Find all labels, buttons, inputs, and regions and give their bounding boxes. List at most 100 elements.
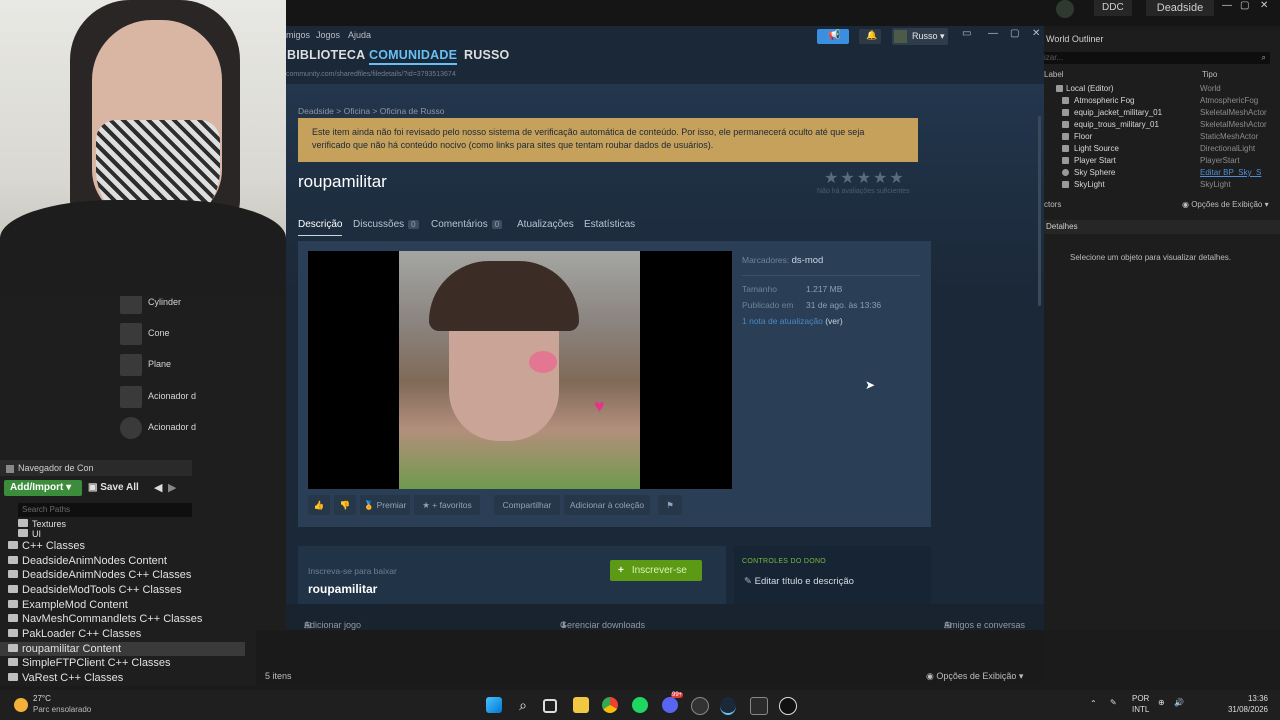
pen-icon[interactable]: ✎ [1110, 698, 1117, 707]
language-code[interactable]: POR [1132, 694, 1149, 703]
menu-games[interactable]: Jogos [316, 30, 340, 40]
task-view-icon[interactable] [543, 699, 557, 713]
place-item-trigger-box[interactable]: Acionador d [114, 384, 204, 412]
obs-icon[interactable] [691, 697, 709, 715]
outliner-row[interactable]: SkyLight SkyLight [1044, 179, 1270, 191]
outliner-row[interactable]: equip_jacket_military_01 SkeletalMeshActo… [1044, 107, 1270, 119]
tree-item[interactable]: SimpleFTPClient C++ Classes [8, 656, 171, 670]
outliner-row[interactable]: Light Source DirectionalLight [1044, 143, 1270, 155]
tab-discussions[interactable]: Discussões 0 [353, 219, 419, 230]
nav-community[interactable]: COMUNIDADE [369, 48, 458, 65]
maximize-icon[interactable]: ▢ [1010, 28, 1019, 39]
maximize-icon[interactable]: ▢ [1240, 0, 1249, 11]
outliner-row[interactable]: Player Start PlayerStart [1044, 155, 1270, 167]
tree-item[interactable]: C++ Classes [8, 539, 85, 553]
big-picture-icon[interactable]: ▭ [962, 28, 971, 39]
item-count: 5 itens [265, 671, 292, 681]
col-type[interactable]: Tipo [1202, 70, 1217, 79]
unreal-engine-icon[interactable] [779, 697, 797, 715]
content-browser-tab[interactable]: Navegador de Con [0, 460, 192, 476]
review-notice: Este item ainda não foi revisado pelo no… [298, 118, 918, 162]
share-button[interactable]: Compartilhar [494, 495, 560, 515]
place-item-trigger-sphere[interactable]: Acionador d [114, 415, 204, 443]
close-icon[interactable]: ✕ [1260, 0, 1268, 11]
nav-user[interactable]: RUSSO [464, 48, 509, 62]
view-notes-link[interactable]: (ver) [825, 316, 842, 326]
tree-item-selected[interactable]: roupamilitar Content [0, 642, 245, 656]
place-item-cone[interactable]: Cone [114, 321, 204, 349]
keyboard-layout[interactable]: INTL [1132, 705, 1149, 714]
outliner-row[interactable]: Sky Sphere Editar BP_Sky_S [1044, 167, 1270, 179]
save-all-button[interactable]: ▣ Save All [88, 480, 148, 496]
favorite-button[interactable]: ★ + favoritos [414, 495, 480, 515]
edit-blueprint-link[interactable]: Editar BP_Sky_S [1200, 167, 1261, 179]
outliner-view-options[interactable]: ◉ Opções de Exibição ▾ [1182, 200, 1269, 209]
add-import-button[interactable]: Add/Import ▾ [4, 480, 82, 496]
clock-date[interactable]: 31/08/2026 [1208, 705, 1268, 714]
terminal-icon[interactable] [750, 697, 768, 715]
outliner-row[interactable]: Floor StaticMeshActor [1044, 131, 1270, 143]
outliner-search-input[interactable]: izar... ⌕ [1044, 52, 1270, 64]
search-icon[interactable]: ⌕ [515, 697, 531, 713]
thumbs-up-button[interactable]: 👍 [308, 495, 330, 515]
source-control-icon[interactable] [1056, 0, 1074, 18]
chrome-icon[interactable] [602, 697, 618, 713]
tree-item[interactable]: NavMeshCommandlets C++ Classes [8, 612, 202, 626]
tag-link[interactable]: ds-mod [792, 255, 824, 266]
tree-item[interactable]: DeadsideAnimNodes C++ Classes [8, 568, 191, 582]
back-arrow-icon[interactable]: ◀ [154, 481, 162, 494]
preview-media[interactable]: ♥ [308, 251, 732, 489]
thumbs-down-button[interactable]: 👎 [334, 495, 356, 515]
user-menu[interactable]: Russo ▾ [892, 28, 948, 45]
tab-comments[interactable]: Comentários 0 [431, 219, 503, 230]
breadcrumb[interactable]: Deadside > Oficina > Oficina de Russo [298, 106, 444, 116]
unreal-window-controls[interactable]: — ▢ ✕ [1220, 0, 1280, 14]
view-options-button[interactable]: ◉ Opções de Exibição ▾ [926, 671, 1023, 682]
minimize-icon[interactable]: — [988, 28, 998, 39]
notifications-button[interactable]: 🔔 [859, 29, 881, 44]
tab-stats[interactable]: Estatísticas [584, 219, 635, 230]
award-button[interactable]: 🏅 Premiar [360, 495, 410, 515]
tree-item[interactable]: PakLoader C++ Classes [8, 627, 141, 641]
clock-time[interactable]: 13:36 [1218, 694, 1268, 703]
fog-icon [1062, 97, 1069, 104]
chevron-up-icon[interactable]: ⌃ [1090, 699, 1097, 708]
tree-item[interactable]: DeadsideModTools C++ Classes [8, 583, 182, 597]
forward-arrow-icon[interactable]: ▶ [168, 481, 176, 494]
network-icon[interactable]: ⊕ [1158, 698, 1165, 707]
close-icon[interactable]: ✕ [1032, 28, 1040, 39]
volume-icon[interactable]: 🔊 [1174, 698, 1184, 707]
menu-help[interactable]: Ajuda [348, 30, 371, 40]
rating-note: Não há avaliações suficientes [817, 188, 910, 195]
edit-title-link[interactable]: ✎ Editar título e descrição [744, 576, 854, 587]
path-search-input[interactable]: Search Paths [18, 503, 192, 517]
details-tab[interactable]: Detalhes [1044, 220, 1280, 234]
outliner-row[interactable]: Atmospheric Fog AtmosphericFog [1044, 95, 1270, 107]
report-button[interactable]: ⚑ [658, 495, 682, 515]
start-icon[interactable] [486, 697, 502, 713]
spotify-icon[interactable] [632, 697, 648, 713]
outliner-row[interactable]: equip_trous_military_01 SkeletalMeshActor [1044, 119, 1270, 131]
place-item-plane[interactable]: Plane [114, 352, 204, 380]
tab-description[interactable]: Descrição [298, 219, 342, 230]
col-label[interactable]: Label [1044, 70, 1064, 79]
tab-updates[interactable]: Atualizações [517, 219, 574, 230]
menu-friends[interactable]: migos [286, 30, 310, 40]
announcements-button[interactable]: 📢 [817, 29, 849, 44]
world-outliner-tab[interactable]: World Outliner [1044, 32, 1126, 46]
outliner-row[interactable]: Local (Editor) World [1044, 83, 1270, 95]
minimize-icon[interactable]: — [1222, 0, 1232, 11]
nav-library[interactable]: BIBLIOTECA [287, 48, 365, 62]
tree-item[interactable]: VaRest C++ Classes [8, 671, 123, 685]
size-row: Tamanho 1.217 MB [742, 284, 843, 294]
subscribe-button[interactable]: + Inscrever-se [610, 560, 702, 581]
scrollbar[interactable] [1038, 116, 1041, 306]
steam-icon[interactable] [720, 697, 736, 715]
tree-item[interactable]: ExampleMod Content [8, 598, 128, 612]
tree-item[interactable]: DeadsideAnimNodes Content [8, 554, 167, 568]
discord-icon[interactable]: 99+ [662, 692, 684, 713]
update-notes-link[interactable]: 1 nota de atualização [742, 316, 823, 326]
ddc-indicator[interactable]: DDC [1094, 0, 1132, 16]
add-to-collection-button[interactable]: Adicionar à coleção [564, 495, 650, 515]
file-explorer-icon[interactable] [573, 697, 589, 713]
